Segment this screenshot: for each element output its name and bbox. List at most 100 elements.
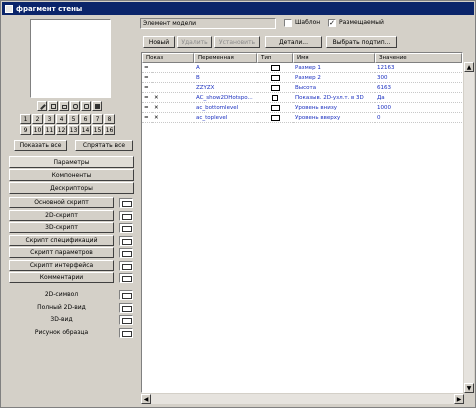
tab-parameters[interactable]: Параметры <box>9 156 134 168</box>
set-button[interactable]: Установить <box>214 36 260 48</box>
shape-icon[interactable] <box>48 101 58 111</box>
number-button[interactable]: 12 <box>56 125 67 135</box>
scroll-down-icon[interactable]: ▼ <box>464 383 474 393</box>
script-preview-icon[interactable] <box>119 198 133 208</box>
cross-icon[interactable]: ✕ <box>152 94 194 103</box>
dimension-b-icon[interactable] <box>257 74 293 83</box>
vertical-scrollbar[interactable]: ▲ ▼ <box>464 62 474 393</box>
row-name[interactable]: Уровень внизу <box>293 104 375 113</box>
boolean-icon[interactable] <box>257 94 293 103</box>
horizontal-scrollbar[interactable]: ◀ ▶ <box>141 394 464 404</box>
length-icon[interactable] <box>257 104 293 113</box>
view-preview-icon[interactable] <box>119 290 133 300</box>
number-button[interactable]: 6 <box>80 114 91 124</box>
script-preview-icon[interactable] <box>119 248 133 258</box>
tab-descriptors[interactable]: Дескрипторы <box>9 182 134 194</box>
cross-icon[interactable]: ✕ <box>152 104 194 113</box>
script-button[interactable]: 2D-скрипт <box>9 209 114 221</box>
row-variable[interactable]: AC_show2DHotspo... <box>194 94 257 103</box>
column-header-name[interactable]: Имя <box>293 53 375 63</box>
column-header-value[interactable]: Значение <box>375 53 462 63</box>
details-button[interactable]: Детали... <box>265 36 322 48</box>
row-name[interactable]: Размер 1 <box>293 64 375 73</box>
script-preview-icon[interactable] <box>119 260 133 271</box>
number-button[interactable]: 10 <box>32 125 43 135</box>
row-variable[interactable]: A <box>194 64 257 73</box>
table-row[interactable]: = ZZYZX Высота 6163 <box>142 84 462 93</box>
number-button[interactable]: 16 <box>104 125 115 135</box>
number-button[interactable]: 9 <box>20 125 31 135</box>
script-button[interactable]: Скрипт интерфейса <box>9 259 114 271</box>
row-show-empty[interactable] <box>152 74 194 83</box>
number-button[interactable]: 7 <box>92 114 103 124</box>
scroll-right-icon[interactable]: ▶ <box>454 394 464 404</box>
script-preview-icon[interactable] <box>119 273 133 283</box>
view-preview-icon[interactable] <box>119 327 133 338</box>
cross-icon[interactable]: ✕ <box>152 114 194 123</box>
number-button[interactable]: 1 <box>20 114 31 124</box>
number-button[interactable]: 5 <box>68 114 79 124</box>
row-value[interactable]: 1000 <box>375 104 462 113</box>
show-all-button[interactable]: Показать все <box>14 140 67 151</box>
number-button[interactable]: 13 <box>68 125 79 135</box>
row-value[interactable]: 300 <box>375 74 462 83</box>
box-icon[interactable] <box>81 101 91 111</box>
scroll-left-icon[interactable]: ◀ <box>141 394 151 404</box>
tab-components[interactable]: Компоненты <box>9 169 134 181</box>
height-icon[interactable] <box>257 84 293 93</box>
row-value[interactable]: Да <box>375 94 462 103</box>
row-name[interactable]: Уровень вверху <box>293 114 375 123</box>
number-button[interactable]: 3 <box>44 114 55 124</box>
table-row[interactable]: = A Размер 1 12163 <box>142 64 462 73</box>
row-show-empty[interactable] <box>152 64 194 73</box>
template-checkbox[interactable] <box>284 19 292 27</box>
column-header-variable[interactable]: Переменная <box>194 53 257 63</box>
number-button[interactable]: 14 <box>80 125 91 135</box>
script-preview-icon[interactable] <box>119 235 133 246</box>
choose-subtype-button[interactable]: Выбрать подтип... <box>326 36 397 48</box>
view-preview-icon[interactable] <box>119 302 133 313</box>
script-button[interactable]: Скрипт спецификаций <box>9 234 114 246</box>
pencil-icon[interactable] <box>37 101 47 111</box>
table-row[interactable]: = ✕ ac_toplevel Уровень вверху 0 <box>142 114 462 123</box>
delete-button[interactable]: Удалить <box>177 36 212 48</box>
script-button[interactable]: 3D-скрипт <box>9 222 114 233</box>
script-button[interactable]: Основной скрипт <box>9 197 114 208</box>
hide-all-button[interactable]: Спрятать все <box>75 140 133 151</box>
view-preview-icon[interactable] <box>119 315 133 325</box>
script-preview-icon[interactable] <box>119 210 133 221</box>
number-button[interactable]: 2 <box>32 114 43 124</box>
number-button[interactable]: 11 <box>44 125 55 135</box>
placed-checkbox[interactable]: ✓ <box>328 19 336 27</box>
number-button[interactable]: 4 <box>56 114 67 124</box>
dimension-a-icon[interactable] <box>257 64 293 73</box>
row-variable[interactable]: ac_toplevel <box>194 114 257 123</box>
layers-icon[interactable] <box>70 101 80 111</box>
table-row[interactable]: = B Размер 2 300 <box>142 74 462 83</box>
row-value[interactable]: 12163 <box>375 64 462 73</box>
column-header-type[interactable]: Тип <box>257 53 293 63</box>
script-button[interactable]: Комментарии <box>9 272 114 283</box>
row-value[interactable]: 6163 <box>375 84 462 93</box>
sheet-icon[interactable] <box>59 101 69 111</box>
row-variable[interactable]: ac_bottomlevel <box>194 104 257 113</box>
script-button[interactable]: Скрипт параметров <box>9 247 114 258</box>
column-header-show[interactable]: Показ <box>142 53 194 63</box>
table-row[interactable]: = ✕ ac_bottomlevel Уровень внизу 1000 <box>142 104 462 113</box>
row-name[interactable]: Показыв. 2D-узл.т. в 3D <box>293 94 375 103</box>
new-button[interactable]: Новый <box>143 36 175 48</box>
number-button[interactable]: 8 <box>104 114 115 124</box>
grid-icon[interactable] <box>92 101 102 111</box>
scroll-up-icon[interactable]: ▲ <box>464 62 474 72</box>
table-row[interactable]: = ✕ AC_show2DHotspo... Показыв. 2D-узл.т. в… <box>142 94 462 103</box>
model-element-field[interactable]: Элемент модели <box>140 18 276 29</box>
length-icon[interactable] <box>257 114 293 123</box>
row-name[interactable]: Размер 2 <box>293 74 375 83</box>
row-variable[interactable]: ZZYZX <box>194 84 257 93</box>
script-preview-icon[interactable] <box>119 223 133 233</box>
row-show-empty[interactable] <box>152 84 194 93</box>
row-value[interactable]: 0 <box>375 114 462 123</box>
row-name[interactable]: Высота <box>293 84 375 93</box>
number-button[interactable]: 15 <box>92 125 103 135</box>
row-variable[interactable]: B <box>194 74 257 83</box>
